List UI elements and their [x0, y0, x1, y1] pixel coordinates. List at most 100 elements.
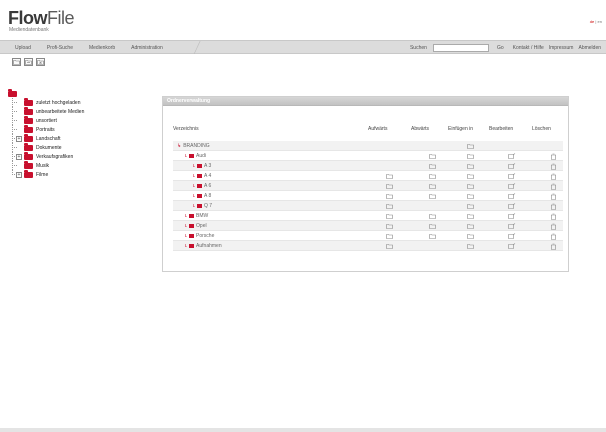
nav-bar: Upload Profi-Suche Medienkorb Administra… [0, 40, 606, 54]
folder-name-label: A 6 [204, 183, 212, 189]
folder-name[interactable]: ʟ Aufnahmen [185, 243, 222, 249]
edit-icon[interactable] [508, 193, 516, 201]
insert-into-icon[interactable] [467, 163, 474, 171]
move-up-icon[interactable] [386, 213, 393, 221]
move-down-icon[interactable] [429, 233, 436, 241]
move-up-icon[interactable] [386, 173, 393, 181]
insert-into-icon[interactable] [467, 173, 474, 181]
folder-name[interactable]: ʟ A 4 [193, 173, 211, 179]
move-up-icon[interactable] [386, 193, 393, 201]
folder-name[interactable]: ↳ BRANDING [177, 143, 210, 149]
edit-icon[interactable] [508, 183, 516, 191]
folder-name[interactable]: ʟ A 8 [193, 193, 211, 199]
move-up-icon[interactable] [386, 223, 393, 231]
edit-icon[interactable] [508, 233, 516, 241]
tree-item[interactable]: Portraits [8, 124, 158, 134]
insert-into-icon[interactable] [467, 233, 474, 241]
folder-add-icon[interactable] [12, 58, 21, 66]
move-down-icon[interactable] [429, 223, 436, 231]
tree-arrow-icon: ʟ [185, 243, 188, 249]
insert-into-icon[interactable] [467, 183, 474, 191]
tree-item[interactable]: unsortiert [8, 115, 158, 125]
move-up-icon[interactable] [386, 243, 393, 251]
tree-item[interactable]: + Verkaufsgrafiken [8, 151, 158, 161]
edit-icon[interactable] [508, 203, 516, 211]
lang-de-link[interactable]: de [590, 19, 594, 24]
edit-icon[interactable] [508, 213, 516, 221]
folder-icon [197, 174, 203, 178]
tree-item[interactable]: zuletzt hochgeladen [8, 97, 158, 107]
move-down-icon[interactable] [429, 183, 436, 191]
tree-arrow-icon: ʟ [185, 233, 188, 239]
move-down-icon[interactable] [429, 213, 436, 221]
logo-subtitle: Mediendatenbank [9, 27, 49, 33]
tree-connector [8, 116, 17, 125]
column-delete: Löschen [532, 126, 551, 132]
folder-icon [197, 164, 203, 168]
tree-item[interactable]: Musik [8, 160, 158, 170]
contact-help-link[interactable]: Kontakt / Hilfe [513, 45, 544, 51]
folder-name[interactable]: ʟ Porsche [185, 233, 214, 239]
folder-name[interactable]: ʟ A 6 [193, 183, 211, 189]
folder-name-label: Opel [196, 223, 207, 229]
folder-name-label: Q 7 [204, 203, 213, 209]
move-up-icon[interactable] [386, 233, 393, 241]
folder-name[interactable]: ʟ Q 7 [193, 203, 212, 209]
tab-upload[interactable]: Upload [15, 45, 31, 51]
tree-item[interactable]: unbearbeitete Medien [8, 106, 158, 116]
move-down-icon[interactable] [429, 153, 436, 161]
folder-icon [197, 204, 203, 208]
search-input[interactable] [432, 43, 489, 52]
edit-icon[interactable] [508, 243, 516, 251]
move-down-icon[interactable] [429, 163, 436, 171]
logout-link[interactable]: Abmelden [578, 45, 601, 51]
insert-into-icon[interactable] [467, 193, 474, 201]
tree-arrow-icon: ʟ [193, 183, 196, 189]
insert-into-icon[interactable] [467, 143, 474, 151]
folder-name[interactable]: ʟ BMW [185, 213, 208, 219]
tree-root[interactable] [8, 88, 158, 98]
folder-icon [24, 160, 33, 169]
column-insert: Einfügen in [448, 126, 474, 132]
insert-into-icon[interactable] [467, 213, 474, 221]
move-down-icon[interactable] [429, 193, 436, 201]
folder-icon [24, 124, 33, 133]
delete-icon[interactable] [550, 243, 557, 252]
folder-edit-icon[interactable] [24, 58, 33, 66]
edit-icon[interactable] [508, 223, 516, 231]
column-directory: Verzeichnis [173, 126, 199, 132]
folder-name[interactable]: ʟ Opel [185, 223, 207, 229]
column-up: Aufwärts [368, 126, 388, 132]
move-down-icon[interactable] [429, 173, 436, 181]
lang-en-link[interactable]: en [598, 19, 602, 24]
tree-arrow-icon: ʟ [193, 193, 196, 199]
table-row: ʟ A 3 [173, 161, 563, 171]
go-button[interactable]: Go [497, 45, 504, 51]
move-up-icon[interactable] [386, 203, 393, 211]
tree-item[interactable]: + Filme [8, 169, 158, 179]
edit-icon[interactable] [508, 153, 516, 161]
folder-icon [189, 244, 195, 248]
edit-icon[interactable] [508, 173, 516, 181]
folder-name[interactable]: ʟ A 3 [193, 163, 211, 169]
move-up-icon[interactable] [386, 183, 393, 191]
tab-administration[interactable]: Administration [131, 45, 163, 51]
insert-into-icon[interactable] [467, 243, 474, 251]
tree-arrow-icon: ʟ [185, 153, 188, 159]
insert-into-icon[interactable] [467, 203, 474, 211]
tree-item-label: unbearbeitete Medien [36, 108, 85, 115]
logo[interactable]: FlowFile [8, 8, 75, 29]
insert-into-icon[interactable] [467, 223, 474, 231]
edit-icon[interactable] [508, 163, 516, 171]
tree-item[interactable]: + Landschaft [8, 133, 158, 143]
insert-into-icon[interactable] [467, 153, 474, 161]
folder-delete-icon[interactable] [36, 58, 45, 66]
table-row: ʟ A 6 [173, 181, 563, 191]
folder-icon [24, 133, 33, 142]
folder-name[interactable]: ʟ Audi [185, 153, 206, 159]
tab-profi-suche[interactable]: Profi-Suche [47, 45, 73, 51]
tree-arrow-icon: ʟ [193, 173, 196, 179]
tab-medienkorb[interactable]: Medienkorb [89, 45, 115, 51]
impressum-link[interactable]: Impressum [549, 45, 574, 51]
tree-item[interactable]: Dokumente [8, 142, 158, 152]
